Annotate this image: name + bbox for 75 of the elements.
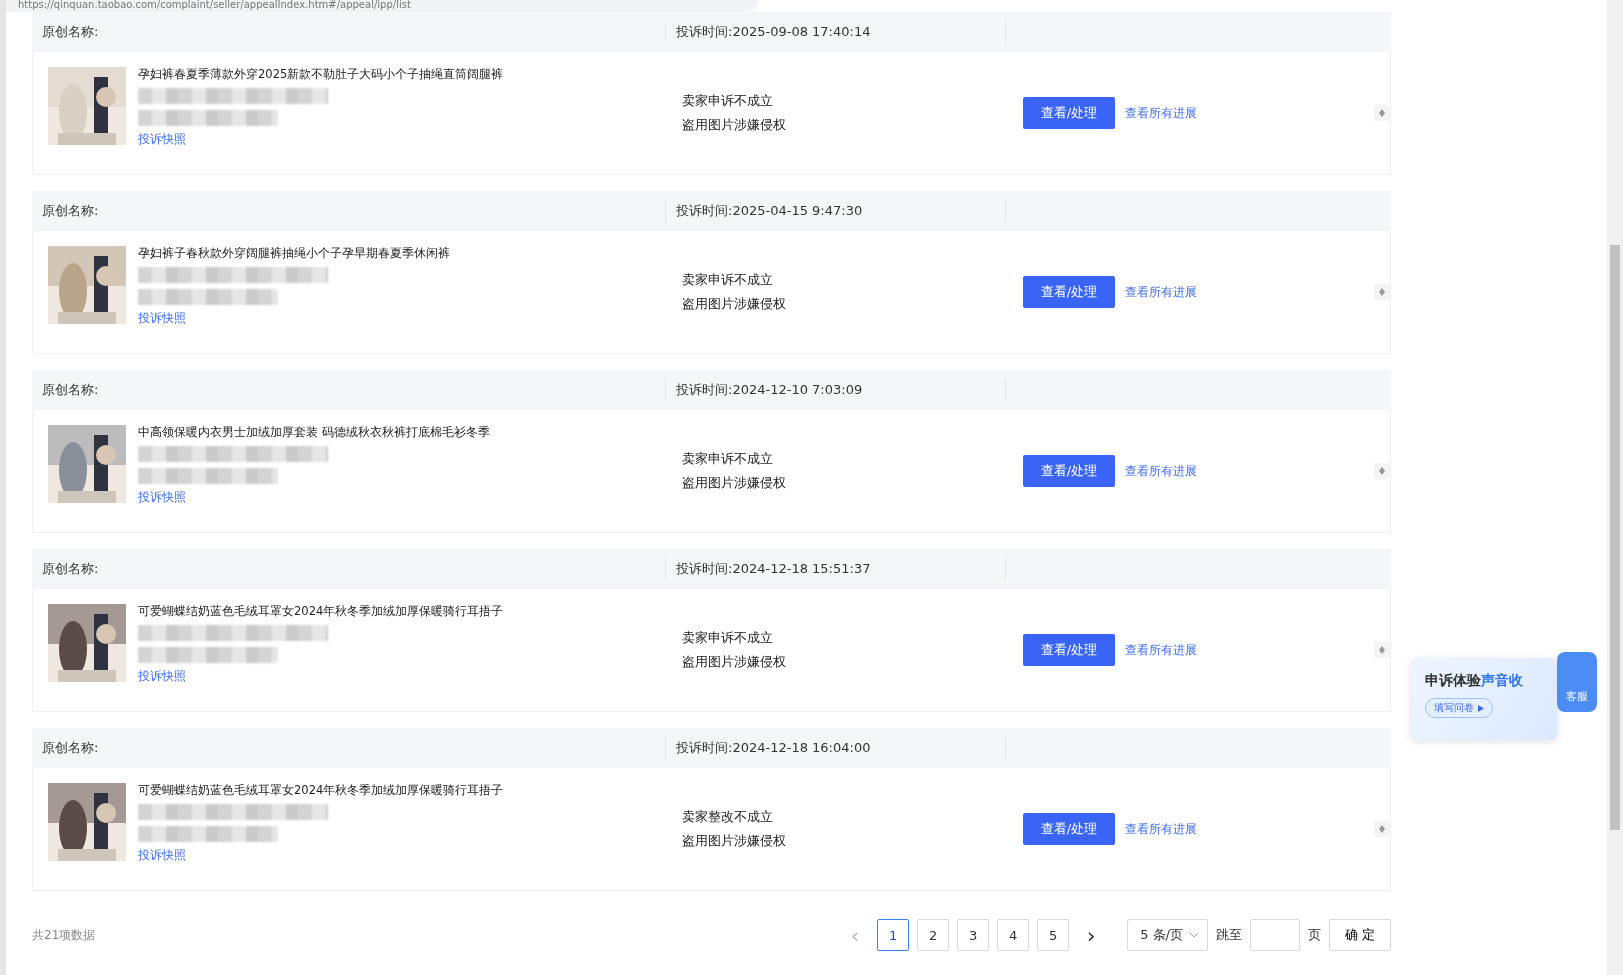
- appeal-result: 卖家整改不成立: [682, 808, 774, 826]
- chevron-down-icon: [1189, 932, 1199, 938]
- view-handle-button[interactable]: 查看/处理: [1023, 276, 1115, 308]
- complaint-reason: 盗用图片涉嫌侵权: [682, 653, 787, 671]
- page-button[interactable]: 5: [1037, 919, 1070, 951]
- page-size-select[interactable]: 5 条/页: [1127, 919, 1208, 951]
- appeal-result: 卖家申诉不成立: [682, 92, 774, 110]
- page-button[interactable]: 4: [997, 919, 1030, 951]
- snapshot-link[interactable]: 投诉快照: [138, 311, 450, 326]
- play-icon: [1478, 704, 1484, 712]
- scroll-up-icon[interactable]: [1379, 825, 1385, 829]
- progress-link[interactable]: 查看所有进展: [1125, 105, 1197, 121]
- page-button[interactable]: 1: [877, 919, 910, 951]
- scrollbar[interactable]: [1374, 284, 1390, 300]
- product-title: 可爱蝴蝶结奶蓝色毛绒耳罩女2024年秋冬季加绒加厚保暖骑行耳捂子: [138, 783, 504, 798]
- complaint-reason: 盗用图片涉嫌侵权: [682, 474, 787, 492]
- scroll-down-icon[interactable]: [1379, 471, 1385, 475]
- page-scrollbar[interactable]: [1607, 0, 1623, 975]
- original-name-label: 原创名称:: [42, 202, 99, 220]
- complaint-reason: 盗用图片涉嫌侵权: [682, 116, 787, 134]
- original-name-label: 原创名称:: [42, 23, 99, 41]
- survey-banner[interactable]: 申诉体验声音收 填写问卷: [1411, 658, 1557, 740]
- original-name-label: 原创名称:: [42, 560, 99, 578]
- scroll-down-icon[interactable]: [1379, 650, 1385, 654]
- complaint-time: 投诉时间:2024-12-10 7:03:09: [676, 381, 863, 399]
- snapshot-link[interactable]: 投诉快照: [138, 669, 504, 684]
- progress-link[interactable]: 查看所有进展: [1125, 821, 1197, 837]
- scroll-down-icon[interactable]: [1379, 113, 1385, 117]
- snapshot-link[interactable]: 投诉快照: [138, 490, 490, 505]
- progress-link[interactable]: 查看所有进展: [1125, 463, 1197, 479]
- complaint-time: 投诉时间:2024-12-18 16:04:00: [676, 739, 871, 757]
- product-title: 可爱蝴蝶结奶蓝色毛绒耳罩女2024年秋冬季加绒加厚保暖骑行耳捂子: [138, 604, 504, 619]
- confirm-button[interactable]: 确 定: [1329, 919, 1391, 951]
- page-unit-label: 页: [1308, 926, 1321, 944]
- scroll-up-icon[interactable]: [1379, 467, 1385, 471]
- complaint-reason: 盗用图片涉嫌侵权: [682, 832, 787, 850]
- view-handle-button[interactable]: 查看/处理: [1023, 813, 1115, 845]
- snapshot-link[interactable]: 投诉快照: [138, 132, 504, 147]
- view-handle-button[interactable]: 查看/处理: [1023, 97, 1115, 129]
- scrollbar[interactable]: [1374, 821, 1390, 837]
- view-handle-button[interactable]: 查看/处理: [1023, 455, 1115, 487]
- snapshot-link[interactable]: 投诉快照: [138, 848, 504, 863]
- total-count: 共21项数据: [32, 926, 96, 944]
- complaint-time: 投诉时间:2025-04-15 9:47:30: [676, 202, 863, 220]
- scrollbar[interactable]: [1374, 463, 1390, 479]
- complaint-time: 投诉时间:2025-09-08 17:40:14: [676, 23, 871, 41]
- fill-survey-button[interactable]: 填写问卷: [1425, 698, 1493, 718]
- appeal-result: 卖家申诉不成立: [682, 450, 774, 468]
- progress-link[interactable]: 查看所有进展: [1125, 642, 1197, 658]
- product-title: 孕妇裤子春秋款外穿阔腿裤抽绳小个子孕早期春夏季休闲裤: [138, 246, 450, 261]
- appeal-result: 卖家申诉不成立: [682, 629, 774, 647]
- survey-title: 申诉体验声音收: [1425, 672, 1524, 690]
- customer-service-button[interactable]: 客服: [1557, 652, 1597, 712]
- complaint-time: 投诉时间:2024-12-18 15:51:37: [676, 560, 871, 578]
- product-title: 中高领保暖内衣男士加绒加厚套装 码德绒秋衣秋裤打底棉毛衫冬季: [138, 425, 490, 440]
- jump-page-field[interactable]: [1250, 919, 1300, 951]
- view-handle-button[interactable]: 查看/处理: [1023, 634, 1115, 666]
- scrollbar[interactable]: [1374, 642, 1390, 658]
- appeal-result: 卖家申诉不成立: [682, 271, 774, 289]
- address-bar[interactable]: https://qinquan.taobao.com/complaint/seller/appealIndex.htm#/appeal/ipp/list: [6, 0, 758, 12]
- scroll-up-icon[interactable]: [1379, 646, 1385, 650]
- scrollbar[interactable]: [1374, 105, 1390, 121]
- page-button[interactable]: 2: [917, 919, 950, 951]
- scroll-up-icon[interactable]: [1379, 109, 1385, 113]
- product-title: 孕妇裤春夏季薄款外穿2025新款不勒肚子大码小个子抽绳直筒阔腿裤: [138, 67, 504, 82]
- next-page-button[interactable]: ›: [1077, 919, 1106, 951]
- scroll-down-icon[interactable]: [1379, 292, 1385, 296]
- original-name-label: 原创名称:: [42, 739, 99, 757]
- original-name-label: 原创名称:: [42, 381, 99, 399]
- page-button[interactable]: 3: [957, 919, 990, 951]
- progress-link[interactable]: 查看所有进展: [1125, 284, 1197, 300]
- scroll-up-icon[interactable]: [1379, 288, 1385, 292]
- scroll-down-icon[interactable]: [1379, 829, 1385, 833]
- complaint-reason: 盗用图片涉嫌侵权: [682, 295, 787, 313]
- jump-label: 跳至: [1216, 926, 1242, 944]
